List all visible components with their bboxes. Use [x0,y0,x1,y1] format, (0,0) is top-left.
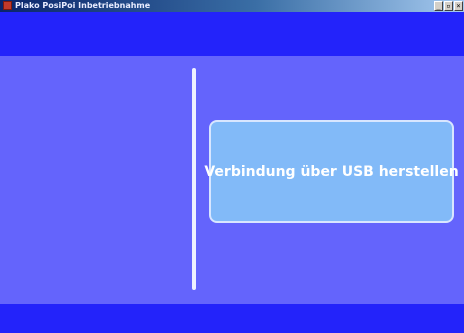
close-button[interactable]: × [454,1,463,11]
restore-button[interactable]: ▫ [444,1,453,11]
window-titlebar[interactable]: Plako PosiPoi Inbetriebnahme _ ▫ × [0,0,464,12]
footer-band [0,304,464,333]
header-band [0,12,464,56]
minimize-button[interactable]: _ [434,1,443,11]
connect-usb-label: Verbindung über USB herstellen [204,163,459,180]
vertical-divider [192,68,196,290]
app-icon [3,1,12,10]
connect-usb-button[interactable]: Verbindung über USB herstellen [204,120,459,223]
window-title: Plako PosiPoi Inbetriebnahme [15,1,151,10]
window-controls: _ ▫ × [434,1,463,11]
